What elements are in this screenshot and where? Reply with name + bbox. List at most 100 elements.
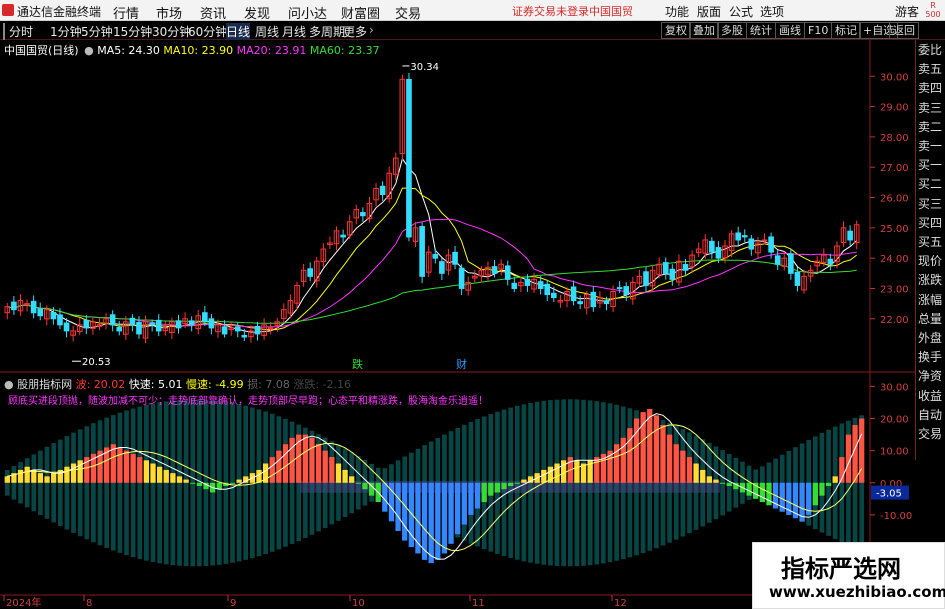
ind-bg-bar: [548, 400, 553, 566]
watermark-box: 指标严选网 www.xuezhibiao.com: [752, 542, 945, 609]
settings-gear-icon[interactable]: ●: [84, 44, 94, 57]
candle-body: [551, 292, 557, 299]
ind-bg-bar: [620, 406, 626, 560]
btn-fuquan[interactable]: 复权: [661, 22, 691, 39]
period-multi[interactable]: 多周期: [309, 23, 345, 40]
side-item[interactable]: 自动: [918, 407, 942, 424]
side-item[interactable]: 换手: [918, 349, 942, 366]
ind-bg-bar: [687, 432, 692, 534]
candle-body: [768, 236, 774, 253]
candle-body: [748, 238, 755, 250]
candle-body: [603, 300, 610, 305]
menu-jiaoyi[interactable]: 交易: [395, 3, 421, 22]
candle-body: [643, 271, 649, 286]
menu-wenxiaoda[interactable]: 问小达: [288, 3, 327, 22]
side-item[interactable]: 涨幅: [918, 292, 942, 309]
side-item[interactable]: 委比: [918, 42, 942, 59]
menu-gongneng[interactable]: 功能: [665, 3, 689, 20]
menu-xuanxiang[interactable]: 选项: [760, 3, 784, 20]
side-item[interactable]: 买二: [918, 176, 942, 193]
side-item[interactable]: 卖五: [918, 61, 942, 78]
candlestick-series: [4, 72, 860, 344]
menu-hangqing[interactable]: 行情: [113, 3, 139, 22]
ind-bg-bar: [91, 423, 96, 543]
period-1min[interactable]: 1分钟: [50, 23, 82, 40]
candle-body: [847, 230, 853, 241]
period-more[interactable]: 更多: [343, 23, 367, 40]
candle-body: [439, 261, 445, 274]
ind-bar: [37, 473, 44, 483]
ind-bar: [309, 437, 315, 483]
side-item[interactable]: 外盘: [918, 330, 942, 347]
indicator-gear-icon[interactable]: ●: [4, 378, 14, 391]
side-item[interactable]: 卖三: [918, 100, 942, 117]
stock-label: 中国国贸(日线): [4, 44, 79, 57]
side-item[interactable]: 买三: [918, 196, 942, 213]
period-15min[interactable]: 15分钟: [113, 23, 152, 40]
ind-bg-bar: [263, 411, 268, 555]
side-item[interactable]: 卖二: [918, 119, 942, 136]
candle-body: [623, 286, 630, 296]
guest-user[interactable]: 游客: [895, 3, 919, 20]
period-weekly[interactable]: 周线: [255, 23, 279, 40]
period-30min[interactable]: 30分钟: [152, 23, 191, 40]
btn-tongji[interactable]: 统计: [746, 22, 776, 39]
indicator-name[interactable]: 股朋指标网: [17, 378, 72, 391]
candle-body: [360, 212, 366, 217]
candle-body: [136, 321, 142, 335]
side-item[interactable]: 总量: [918, 311, 942, 328]
ind-bar: [825, 482, 832, 486]
btn-biaoji[interactable]: 标记: [831, 22, 861, 39]
low-label: 20.53: [82, 357, 111, 368]
side-item[interactable]: 卖四: [918, 80, 942, 97]
ind-bar: [541, 469, 547, 483]
side-item[interactable]: 涨跌: [918, 272, 942, 289]
candle-body: [406, 78, 412, 238]
menu-faxian[interactable]: 发现: [244, 3, 270, 22]
side-item[interactable]: 买四: [918, 215, 942, 232]
watermark-title: 指标严选网: [781, 555, 901, 583]
candle-body: [709, 240, 715, 253]
ind-bar: [229, 482, 236, 484]
current-value: -3.05: [876, 489, 902, 500]
side-item[interactable]: 交易: [918, 426, 942, 443]
menu-gongshi[interactable]: 公式: [729, 3, 753, 20]
btn-diejia[interactable]: 叠加: [689, 22, 719, 39]
ind-bg-bar: [57, 439, 63, 527]
side-item[interactable]: 收益: [918, 388, 942, 405]
candle-body: [735, 232, 741, 241]
ind-bar: [276, 450, 282, 483]
btn-huaxian[interactable]: 画线: [775, 22, 805, 39]
btn-f10[interactable]: F10: [804, 22, 833, 39]
menu-banmian[interactable]: 版面: [697, 3, 721, 20]
menu-zixun[interactable]: 资讯: [200, 3, 226, 22]
side-item[interactable]: 买五: [918, 234, 942, 251]
more-chevron-icon[interactable]: ›: [369, 23, 374, 37]
period-60min[interactable]: 60分钟: [188, 23, 227, 40]
candle-body: [715, 247, 722, 259]
side-item[interactable]: 买一: [918, 157, 942, 174]
candle-body: [419, 226, 425, 277]
side-item[interactable]: 卖一: [918, 138, 942, 155]
kline-chart[interactable]: 30.00 29.00 28.00 27.00 26.00 25.00 24.00 23.00…: [0, 40, 915, 609]
main-y-axis: 30.00 29.00 28.00 27.00 26.00 25.00 24.00 23.00…: [870, 72, 909, 326]
period-daily[interactable]: 日线: [226, 23, 251, 40]
ind-bar: [349, 476, 355, 483]
candle-body: [458, 267, 465, 289]
trade-notice[interactable]: 证券交易未登录: [512, 3, 589, 19]
menu-shichang[interactable]: 市场: [156, 3, 182, 22]
side-item[interactable]: 净资: [918, 368, 942, 385]
period-fenshi[interactable]: 分时: [3, 23, 33, 40]
ind-bar: [64, 466, 70, 483]
period-monthly[interactable]: 月线: [282, 23, 306, 40]
period-5min[interactable]: 5分钟: [81, 23, 113, 40]
side-item[interactable]: 现价: [918, 253, 942, 270]
btn-duogu[interactable]: 多股: [717, 22, 747, 39]
stock-link[interactable]: 中国国贸: [589, 3, 633, 19]
candle-body: [83, 319, 90, 329]
app-title: 通达信金融终端: [17, 5, 102, 19]
ind-bar: [150, 463, 156, 483]
ind-bar: [44, 476, 50, 483]
menu-caifuquan[interactable]: 财富圈: [341, 3, 380, 22]
btn-fanhui[interactable]: 返回: [889, 22, 919, 39]
